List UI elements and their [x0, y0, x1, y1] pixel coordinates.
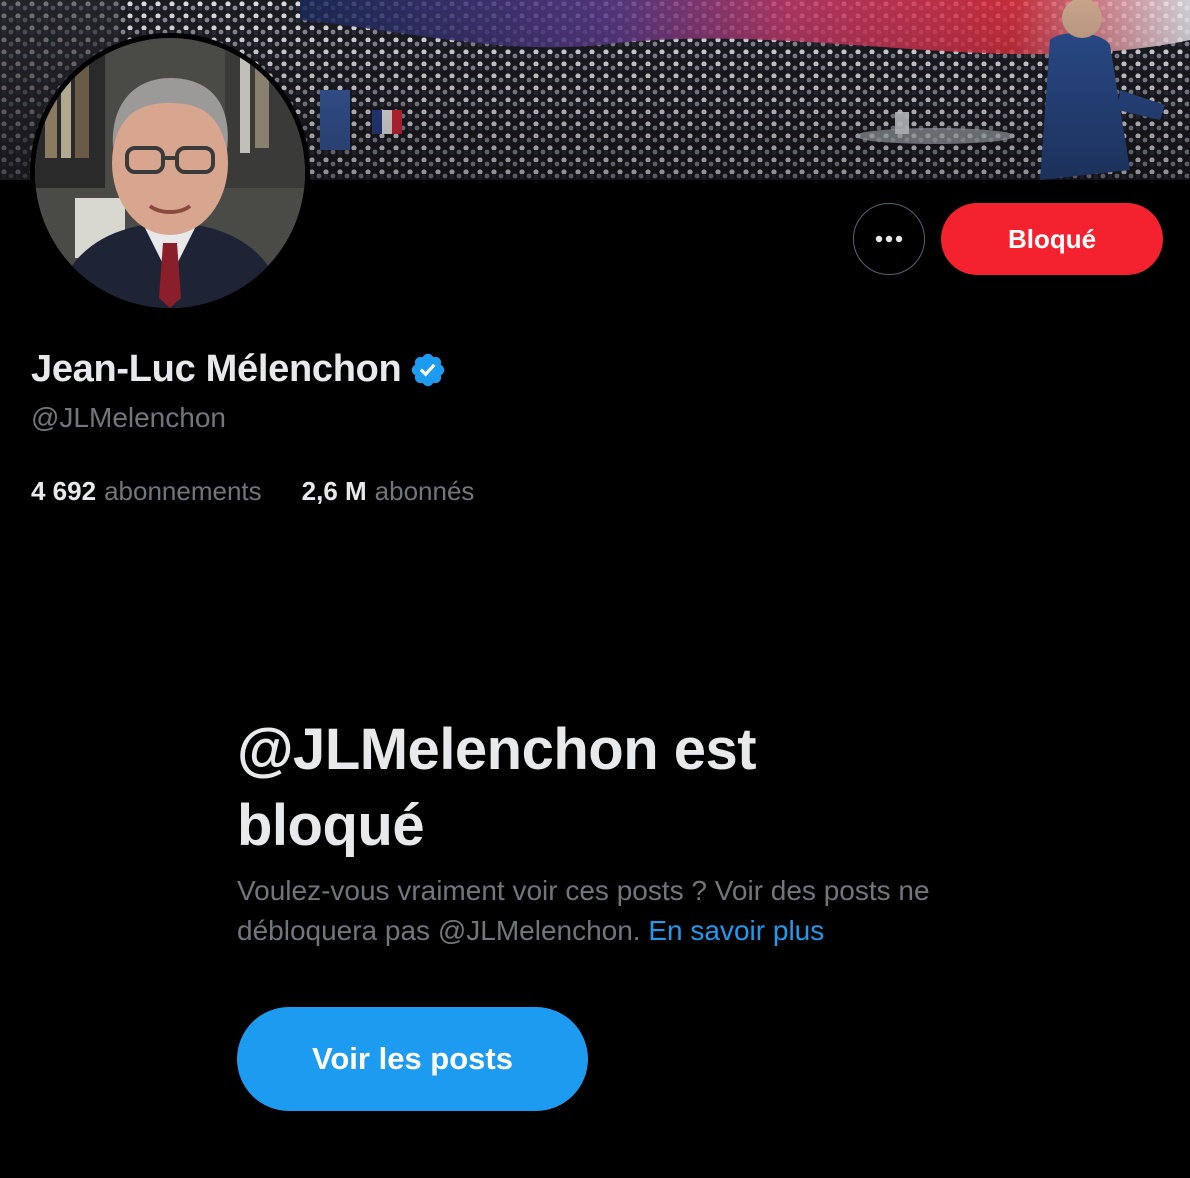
learn-more-link[interactable]: En savoir plus — [648, 915, 824, 946]
followers-label: abonnés — [374, 476, 475, 506]
following-count: 4 692 — [31, 476, 97, 506]
more-options-button[interactable] — [853, 203, 925, 275]
blocked-button[interactable]: Bloqué — [941, 203, 1163, 275]
followers-link[interactable]: 2,6 M abonnés — [302, 476, 475, 507]
more-options-icon — [875, 235, 903, 243]
profile-name-row: Jean-Luc Mélenchon — [31, 348, 447, 391]
profile-avatar[interactable] — [30, 33, 310, 313]
blocked-notice-description: Voulez-vous vraiment voir ces posts ? Vo… — [237, 871, 997, 951]
display-name: Jean-Luc Mélenchon — [31, 348, 402, 390]
verified-badge-icon[interactable] — [409, 351, 447, 389]
blocked-notice-text: Voulez-vous vraiment voir ces posts ? Vo… — [237, 875, 930, 946]
blocked-notice-title: @JLMelenchon est bloqué — [237, 717, 757, 858]
avatar-image — [35, 38, 305, 308]
following-link[interactable]: 4 692 abonnements — [31, 476, 262, 507]
following-label: abonnements — [104, 476, 262, 506]
profile-stats: 4 692 abonnements 2,6 M abonnés — [31, 476, 514, 507]
profile-page: Bloqué Jean-Luc Mélenchon @JLMelenchon 4… — [0, 0, 1190, 1178]
profile-handle: @JLMelenchon — [31, 402, 226, 433]
followers-count: 2,6 M — [301, 476, 367, 506]
view-posts-button[interactable]: Voir les posts — [237, 1007, 588, 1111]
